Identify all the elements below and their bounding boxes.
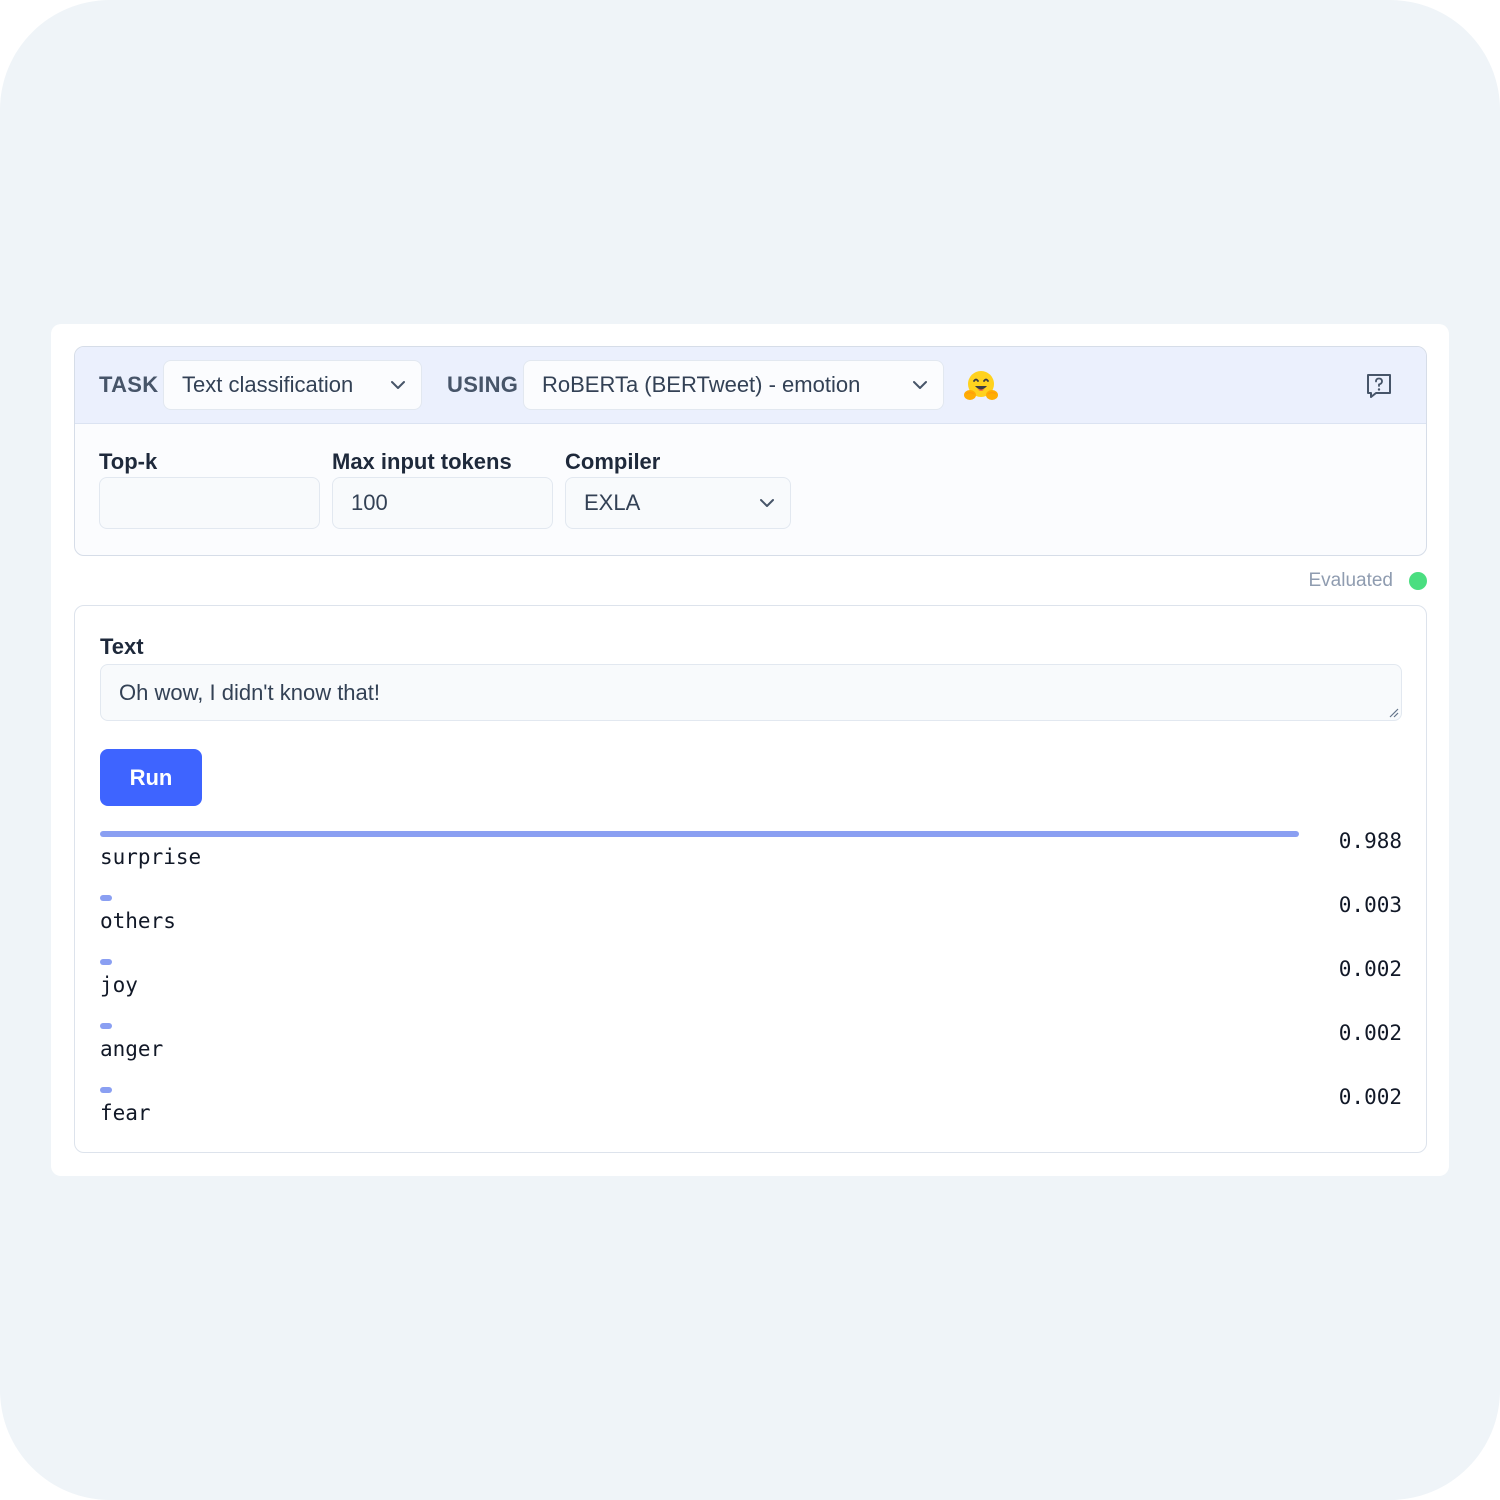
model-select-value: RoBERTa (BERTweet) - emotion <box>542 372 861 397</box>
chevron-down-icon <box>391 381 405 389</box>
score-bar <box>100 1023 112 1029</box>
result-row: fear 0.002 <box>100 1085 1402 1151</box>
score-bar <box>100 831 1299 837</box>
result-row: others 0.003 <box>100 893 1402 959</box>
evaluation-status: Evaluated <box>1308 570 1427 592</box>
chevron-down-icon <box>913 381 927 389</box>
result-label: others <box>100 909 176 933</box>
app-frame: TASK Text classification USING RoBERTa (… <box>0 0 1500 1500</box>
result-label: joy <box>100 973 138 997</box>
text-input[interactable]: Oh wow, I didn't know that! <box>100 664 1402 721</box>
task-select-value: Text classification <box>182 372 354 397</box>
hugging-face-emoji-icon[interactable] <box>963 368 999 404</box>
score-bar <box>100 1087 112 1093</box>
compiler-select-value: EXLA <box>584 490 641 515</box>
result-label: anger <box>100 1037 164 1061</box>
result-row: joy 0.002 <box>100 957 1402 1023</box>
task-select[interactable]: Text classification <box>163 360 422 410</box>
using-label: USING <box>447 372 519 397</box>
compiler-label: Compiler <box>565 449 661 474</box>
result-row: surprise 0.988 <box>100 829 1402 895</box>
help-message-icon[interactable] <box>1365 372 1393 400</box>
result-label: surprise <box>100 845 202 869</box>
text-input-value: Oh wow, I didn't know that! <box>119 679 381 705</box>
result-score: 0.988 <box>1338 829 1402 853</box>
smart-cell-card: TASK Text classification USING RoBERTa (… <box>51 324 1449 1176</box>
resize-grip-icon[interactable] <box>1387 706 1399 718</box>
max-tokens-input[interactable]: 100 <box>332 477 553 529</box>
topk-input[interactable] <box>99 477 320 529</box>
result-score: 0.003 <box>1338 893 1402 917</box>
config-panel: TASK Text classification USING RoBERTa (… <box>74 346 1427 556</box>
chevron-down-icon <box>760 499 774 507</box>
status-dot <box>1409 572 1427 590</box>
result-score: 0.002 <box>1338 957 1402 981</box>
input-output-panel: Text Oh wow, I didn't know that! Run sur… <box>74 605 1427 1153</box>
run-button[interactable]: Run <box>100 749 202 806</box>
compiler-select[interactable]: EXLA <box>565 477 791 529</box>
max-tokens-label: Max input tokens <box>332 449 512 474</box>
result-score: 0.002 <box>1338 1085 1402 1109</box>
status-text: Evaluated <box>1308 570 1393 591</box>
config-header: TASK Text classification USING RoBERTa (… <box>75 347 1426 424</box>
score-bar <box>100 895 112 901</box>
result-score: 0.002 <box>1338 1021 1402 1045</box>
topk-label: Top-k <box>99 449 158 474</box>
result-row: anger 0.002 <box>100 1021 1402 1087</box>
score-bar <box>100 959 112 965</box>
task-label: TASK <box>99 372 159 397</box>
result-label: fear <box>100 1101 151 1125</box>
text-label: Text <box>100 634 144 659</box>
model-select[interactable]: RoBERTa (BERTweet) - emotion <box>523 360 944 410</box>
